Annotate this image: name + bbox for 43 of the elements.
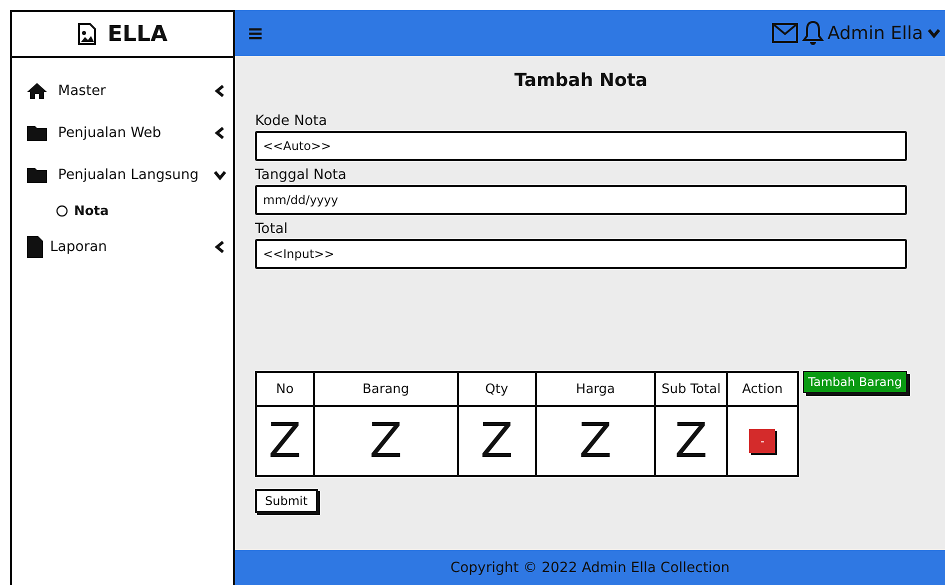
chevron-down-icon[interactable] — [927, 26, 941, 40]
column-header: No — [256, 372, 314, 406]
page-title: Tambah Nota — [513, 70, 649, 91]
delete-button[interactable]: - — [749, 429, 776, 453]
circle-icon — [56, 205, 68, 217]
input-field[interactable]: <<Auto>> — [255, 131, 907, 161]
field-label: Total — [255, 221, 289, 237]
column-header: Qty — [458, 372, 536, 406]
menu-button[interactable]: ≡ — [247, 21, 264, 45]
copyright-text: Copyright © 2022 Admin Ella Collection — [450, 560, 730, 576]
table-cell: Z — [458, 406, 536, 476]
column-header: Sub Total — [655, 372, 727, 406]
file-icon — [26, 235, 44, 259]
folder-icon — [26, 124, 48, 142]
sidebar-subitem[interactable]: Nota — [12, 196, 233, 226]
mail-icon[interactable] — [772, 23, 798, 43]
input-field[interactable]: mm/dd/yyyy — [255, 185, 907, 215]
sidebar-item[interactable]: Laporan — [12, 226, 233, 268]
submit-button[interactable]: Submit — [255, 489, 318, 513]
sidebar-item[interactable]: Penjualan Web — [12, 112, 233, 154]
image-file-icon — [77, 23, 98, 45]
chevron-down-icon — [213, 168, 227, 182]
table-cell: Z — [536, 406, 656, 476]
column-header: Barang — [314, 372, 458, 406]
input-field[interactable]: <<Input>> — [255, 239, 907, 269]
table-cell: Z — [314, 406, 458, 476]
field-label: Tanggal Nota — [255, 167, 348, 183]
home-icon — [26, 82, 48, 100]
bell-icon[interactable] — [802, 20, 824, 46]
table-cell: Z — [655, 406, 727, 476]
user-menu[interactable]: Admin Ella — [828, 22, 923, 44]
column-header: Harga — [536, 372, 656, 406]
chevron-left-icon — [213, 84, 227, 98]
sidebar-item[interactable]: Master — [12, 70, 233, 112]
chevron-left-icon — [213, 240, 227, 254]
add-item-button[interactable]: Tambah Barang — [803, 371, 907, 393]
field-label: Kode Nota — [255, 113, 328, 129]
column-header: Action — [726, 372, 798, 406]
table-cell: Z — [256, 406, 314, 476]
folder-icon — [26, 166, 48, 184]
brand-title: ELLA — [107, 22, 168, 46]
sidebar-item[interactable]: Penjualan Langsung — [12, 154, 233, 196]
chevron-left-icon — [213, 126, 227, 140]
